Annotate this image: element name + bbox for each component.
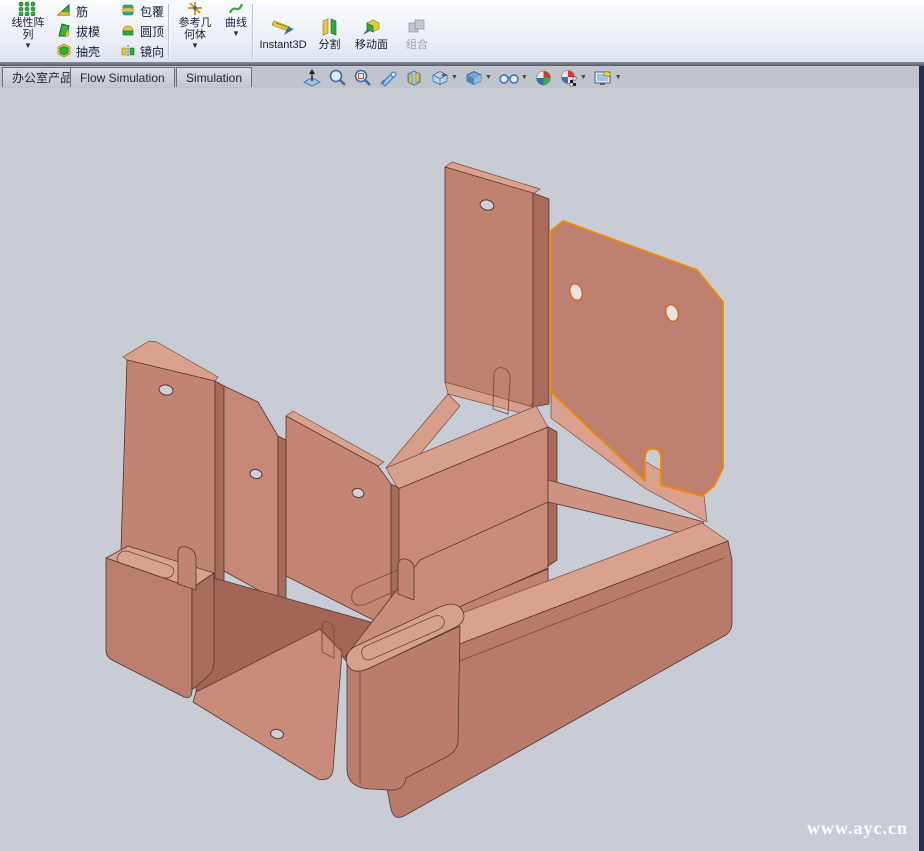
plate-d-face[interactable] xyxy=(224,386,278,601)
display-style-icon xyxy=(464,69,484,87)
watermark: www.ayc.cn xyxy=(807,818,908,839)
chevron-down-icon[interactable]: ▼ xyxy=(580,74,587,81)
edit-appearance-icon xyxy=(534,69,553,87)
model-3d-view[interactable] xyxy=(0,88,924,851)
move-face-icon xyxy=(361,17,383,39)
plate-c-side-fold xyxy=(215,381,224,590)
section-view-button[interactable] xyxy=(402,68,426,88)
mirror-icon xyxy=(120,42,136,61)
combine-button: 组合 xyxy=(397,0,437,62)
view-settings-button[interactable]: ▼ xyxy=(591,68,624,88)
window-right-edge xyxy=(919,66,924,851)
reference-geometry-button[interactable]: 参考几 何体 ▼ xyxy=(171,0,219,62)
heads-up-view-toolbar: ▼ ▼ ▼ ▼ ▼ xyxy=(300,67,624,88)
3d-drawing-view-button[interactable] xyxy=(300,68,324,88)
mirror-button[interactable]: 镜向 xyxy=(120,41,164,61)
previous-view-button[interactable] xyxy=(376,68,400,88)
tab-simulation[interactable]: Simulation xyxy=(176,67,252,87)
edit-appearance-button[interactable] xyxy=(532,68,555,88)
instant3d-button[interactable]: Instant3D xyxy=(256,0,310,62)
tab-flow-simulation[interactable]: Flow Simulation xyxy=(70,67,175,87)
display-style-button[interactable]: ▼ xyxy=(462,68,494,88)
linear-pattern-label: 线性阵 xyxy=(12,17,45,29)
move-face-label: 移动面 xyxy=(355,39,388,51)
combine-label: 组合 xyxy=(406,39,428,51)
section-view-icon xyxy=(404,69,424,87)
hide-show-items-icon xyxy=(498,69,520,87)
zoom-to-area-button[interactable] xyxy=(351,68,374,88)
plate-c-tab xyxy=(178,547,196,590)
reference-geometry-label: 参考几 xyxy=(179,17,212,29)
curves-icon xyxy=(228,1,244,17)
solidworks-window: 线性阵 列 ▼ 筋 拔模 抽壳 包覆 xyxy=(0,0,924,851)
dome-icon xyxy=(120,22,136,41)
chevron-down-icon[interactable]: ▼ xyxy=(191,42,199,50)
apply-scene-button[interactable]: ▼ xyxy=(557,68,589,88)
view-settings-icon xyxy=(593,69,614,87)
plate-a-side-fold[interactable] xyxy=(533,193,549,407)
rib-icon xyxy=(56,2,72,21)
zoom-to-fit-button[interactable] xyxy=(326,68,349,88)
draft-button[interactable]: 拔模 xyxy=(56,21,100,41)
view-orientation-button[interactable]: ▼ xyxy=(428,68,460,88)
feature-toolbar: 线性阵 列 ▼ 筋 拔模 抽壳 包覆 xyxy=(0,0,924,62)
graphics-viewport[interactable]: www.ayc.cn xyxy=(0,88,924,851)
chevron-down-icon[interactable]: ▼ xyxy=(485,74,492,81)
chevron-down-icon[interactable]: ▼ xyxy=(521,74,528,81)
instant3d-label: Instant3D xyxy=(259,39,306,51)
plate-e-face[interactable] xyxy=(286,416,391,629)
previous-view-icon xyxy=(378,69,398,87)
toolbar-separator xyxy=(252,4,253,58)
linear-pattern-button[interactable]: 线性阵 列 ▼ xyxy=(2,0,54,62)
3d-drawing-view-icon xyxy=(302,69,322,87)
right-box-tab xyxy=(398,559,414,600)
left-box-side xyxy=(192,573,214,690)
chevron-down-icon[interactable]: ▼ xyxy=(451,74,458,81)
zoom-to-area-icon xyxy=(353,69,372,87)
view-orientation-icon xyxy=(430,69,450,87)
shell-button[interactable]: 抽壳 xyxy=(56,41,100,61)
draft-icon xyxy=(56,22,72,41)
split-button[interactable]: 分割 xyxy=(313,0,346,62)
reference-geometry-icon xyxy=(187,1,203,17)
plate-d-side-fold xyxy=(278,436,286,605)
chevron-down-icon[interactable]: ▼ xyxy=(24,42,32,50)
hide-show-items-button[interactable]: ▼ xyxy=(496,68,530,88)
apply-scene-icon xyxy=(559,69,579,87)
linear-pattern-icon xyxy=(17,1,39,17)
curves-button[interactable]: 曲线 ▼ xyxy=(221,0,251,62)
instant3d-icon xyxy=(270,17,296,39)
split-label: 分割 xyxy=(319,39,341,51)
curves-label: 曲线 xyxy=(225,17,247,29)
zoom-to-fit-icon xyxy=(328,69,347,87)
dome-button[interactable]: 圆顶 xyxy=(120,21,164,41)
split-icon xyxy=(320,17,340,39)
rib-button[interactable]: 筋 xyxy=(56,1,88,21)
wrap-button[interactable]: 包覆 xyxy=(120,1,164,21)
chevron-down-icon[interactable]: ▼ xyxy=(232,30,240,38)
move-face-button[interactable]: 移动面 xyxy=(348,0,395,62)
wrap-icon xyxy=(120,2,136,21)
combine-icon xyxy=(406,17,428,39)
toolbar-separator xyxy=(168,4,169,58)
selected-face[interactable] xyxy=(551,221,723,496)
shell-icon xyxy=(56,42,72,61)
chevron-down-icon[interactable]: ▼ xyxy=(615,74,622,81)
